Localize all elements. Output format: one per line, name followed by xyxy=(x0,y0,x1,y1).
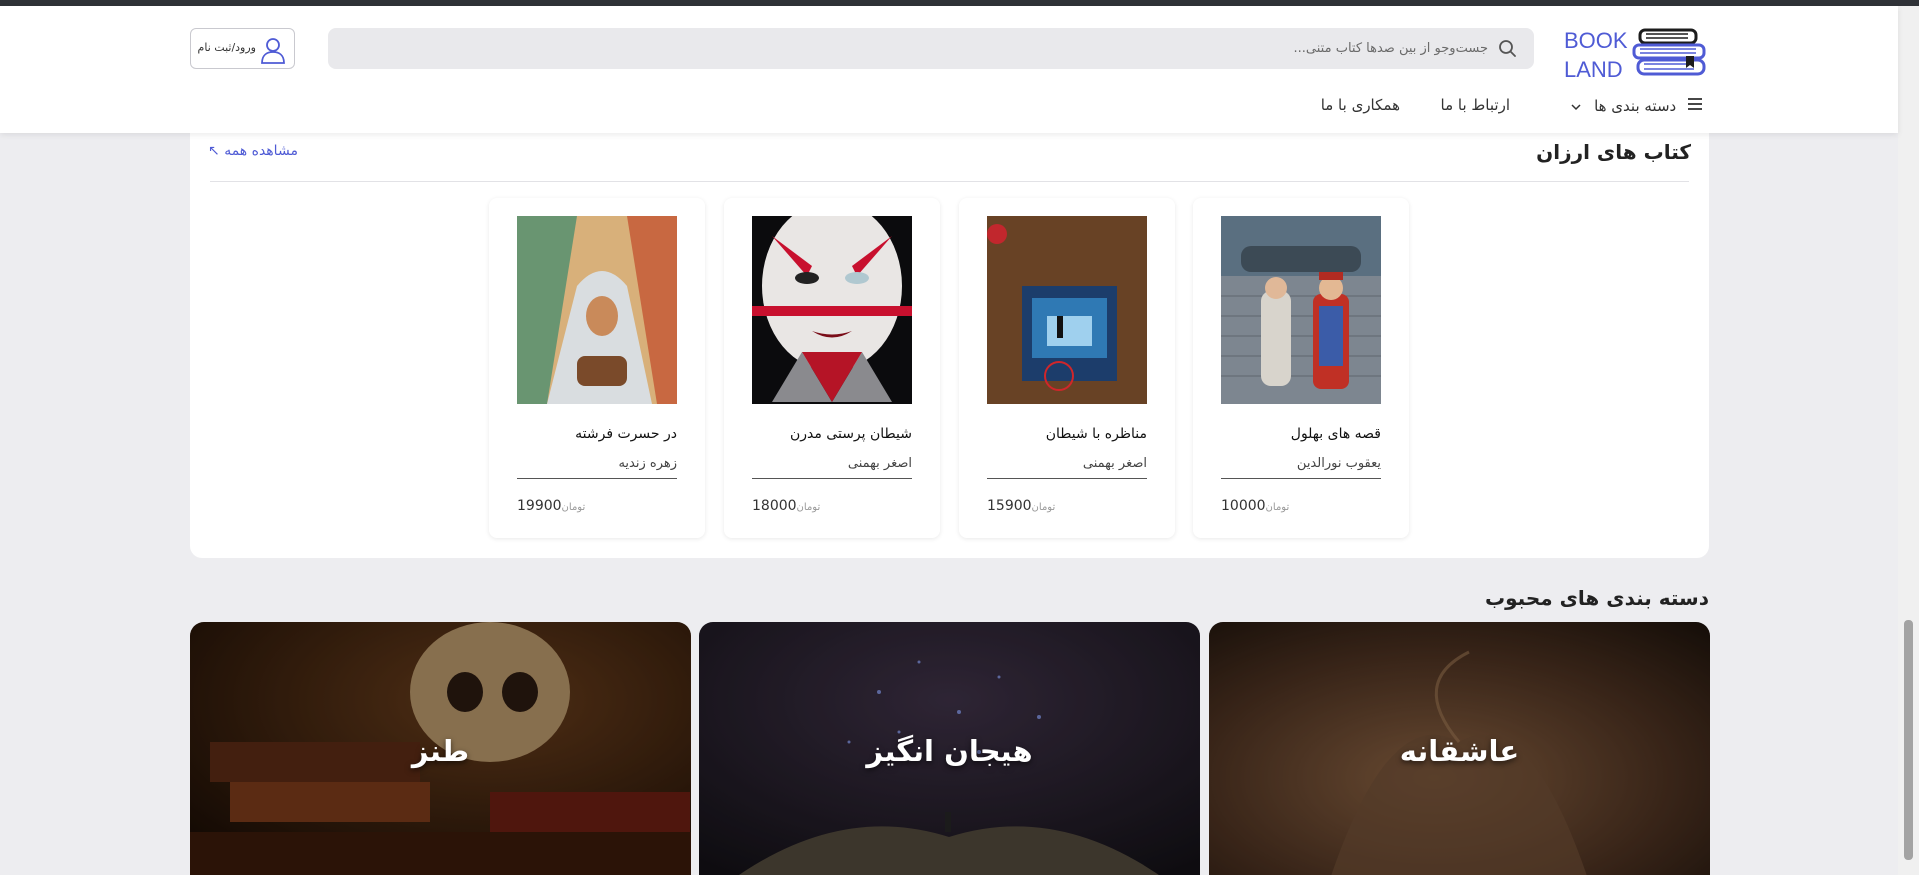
login-button[interactable]: ورود/ثبت نام xyxy=(190,28,295,69)
book-cover xyxy=(1221,216,1381,404)
price-value: 19900 xyxy=(517,498,562,514)
view-all-label: مشاهده همه xyxy=(224,143,298,159)
book-card[interactable]: شیطان پرستی مدرن اصغر بهمنی 18000تومان xyxy=(724,198,940,538)
login-label: ورود/ثبت نام xyxy=(197,41,256,54)
book-title: قصه های بهلول xyxy=(1290,426,1381,442)
divider xyxy=(517,478,677,479)
site-header: BOOK LAND ورود/ثبت نام xyxy=(0,6,1898,133)
popular-categories-title: دسته بندی های محبوب xyxy=(1485,586,1709,610)
nav-categories[interactable]: دسته بندی ها xyxy=(1553,96,1703,122)
book-price: 18000تومان xyxy=(752,498,820,514)
price-value: 18000 xyxy=(752,498,797,514)
nav-contact[interactable]: ارتباط با ما xyxy=(1430,96,1510,122)
book-author: اصغر بهمنی xyxy=(1082,456,1147,471)
category-label: طنز xyxy=(411,734,470,768)
currency-label: تومان xyxy=(1031,502,1056,513)
logo[interactable]: BOOK LAND xyxy=(1564,22,1714,82)
search-icon[interactable] xyxy=(1498,39,1516,57)
book-cover xyxy=(517,216,677,404)
logo-line2: LAND xyxy=(1564,57,1623,82)
book-author: زهره زندیه xyxy=(618,456,677,471)
section-title: کتاب های ارزان xyxy=(1536,140,1691,164)
book-card[interactable]: مناظره با شیطان اصغر بهمنی 15900تومان xyxy=(959,198,1175,538)
arrow-up-left-icon: ↖ xyxy=(208,143,220,159)
chevron-down-icon xyxy=(1571,97,1581,115)
nav-cooperation[interactable]: همکاری با ما xyxy=(1300,96,1400,122)
logo-line1: BOOK xyxy=(1564,28,1628,53)
book-title: مناظره با شیطان xyxy=(1045,426,1147,442)
book-author: یعقوب نورالدین xyxy=(1296,456,1381,471)
view-all-link[interactable]: مشاهده همه ↖ xyxy=(208,143,298,159)
currency-label: تومان xyxy=(1265,502,1290,513)
price-value: 15900 xyxy=(987,498,1032,514)
scrollbar[interactable] xyxy=(1898,6,1919,875)
category-label: هیجان انگیز xyxy=(866,734,1033,768)
book-price: 15900تومان xyxy=(987,498,1055,514)
category-label: عاشقانه xyxy=(1399,734,1520,768)
divider xyxy=(752,478,912,479)
currency-label: تومان xyxy=(561,502,586,513)
book-card[interactable]: قصه های بهلول یعقوب نورالدین 10000تومان xyxy=(1193,198,1409,538)
book-price: 10000تومان xyxy=(1221,498,1289,514)
category-card-humor[interactable]: طنز xyxy=(190,622,691,875)
books-logo-icon xyxy=(1632,28,1706,76)
book-title: شیطان پرستی مدرن xyxy=(789,426,912,442)
nav-categories-label: دسته بندی ها xyxy=(1594,96,1677,115)
book-cover xyxy=(987,216,1147,404)
book-author: اصغر بهمنی xyxy=(847,456,912,471)
logo-text: BOOK LAND xyxy=(1564,26,1628,84)
divider xyxy=(987,478,1147,479)
book-title: در حسرت فرشته xyxy=(575,426,677,442)
hamburger-icon xyxy=(1687,97,1703,115)
category-card-romance[interactable]: عاشقانه xyxy=(1209,622,1710,875)
book-card[interactable]: در حسرت فرشته زهره زندیه 19900تومان xyxy=(489,198,705,538)
scrollbar-thumb[interactable] xyxy=(1904,620,1913,860)
price-value: 10000 xyxy=(1221,498,1266,514)
category-card-thriller[interactable]: هیجان انگیز xyxy=(699,622,1200,875)
divider xyxy=(1221,478,1381,479)
search-bar[interactable] xyxy=(328,28,1534,69)
book-price: 19900تومان xyxy=(517,498,585,514)
search-input[interactable] xyxy=(388,28,1488,69)
user-icon xyxy=(261,38,285,64)
book-cover xyxy=(752,216,912,404)
cheap-books-section: کتاب های ارزان مشاهده همه ↖ قصه های بهلو… xyxy=(190,60,1709,558)
currency-label: تومان xyxy=(796,502,821,513)
divider xyxy=(210,181,1689,182)
